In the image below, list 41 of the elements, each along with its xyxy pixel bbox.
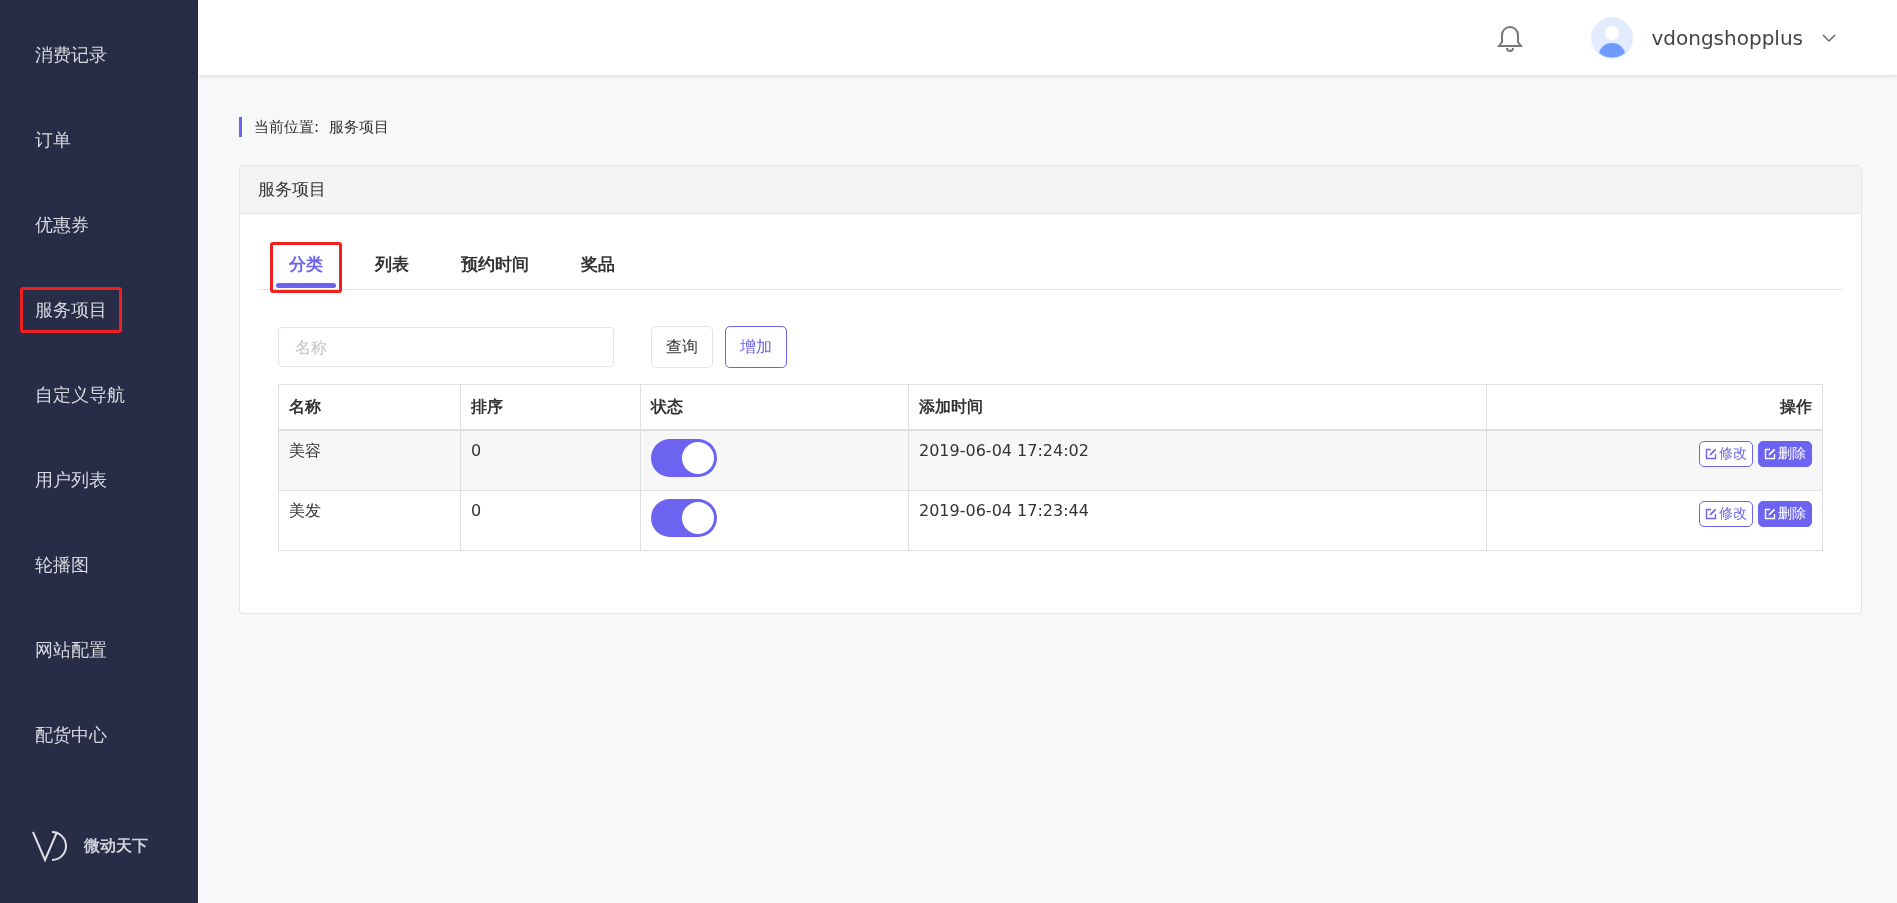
- sidebar-item[interactable]: 自定义导航: [20, 372, 140, 418]
- table-cell: 2019-06-04 17:24:02: [908, 430, 1487, 490]
- delete-button[interactable]: 删除: [1758, 500, 1812, 527]
- sidebar-item[interactable]: 轮播图: [20, 542, 104, 588]
- sidebar-item[interactable]: 优惠券: [20, 202, 104, 248]
- breadcrumb-label: 当前位置:: [254, 117, 320, 137]
- username[interactable]: vdongshopplus: [1651, 25, 1803, 50]
- edit-icon: [1705, 448, 1717, 460]
- add-button[interactable]: 增加: [725, 326, 787, 368]
- logo-icon: [32, 829, 68, 863]
- table-cell: 美发: [278, 490, 461, 550]
- chevron-down-icon[interactable]: [1821, 32, 1837, 43]
- sidebar-item[interactable]: 服务项目: [20, 287, 122, 333]
- tab[interactable]: 分类: [270, 242, 342, 293]
- table-cell: 0: [460, 490, 641, 550]
- edit-icon: [1764, 448, 1776, 460]
- avatar-icon[interactable]: [1591, 16, 1634, 59]
- table-cell: 0: [460, 430, 641, 490]
- sidebar-item[interactable]: 订单: [20, 117, 86, 163]
- sidebar-item[interactable]: 用户列表: [20, 457, 122, 503]
- tab[interactable]: 奖品: [562, 242, 634, 293]
- sidebar-item[interactable]: 消费记录: [20, 32, 122, 78]
- search-field[interactable]: 名称: [278, 327, 614, 367]
- toggle-switch[interactable]: [651, 439, 717, 477]
- delete-button[interactable]: 删除: [1758, 441, 1812, 467]
- breadcrumb-current: 服务项目: [329, 117, 390, 137]
- tab[interactable]: 列表: [356, 242, 428, 293]
- edit-button[interactable]: 修改: [1699, 441, 1753, 467]
- sidebar-item[interactable]: 配货中心: [20, 712, 122, 758]
- table-cell: 美容: [278, 430, 461, 490]
- table-cell: 2019-06-04 17:23:44: [908, 490, 1487, 550]
- edit-icon: [1705, 507, 1717, 520]
- edit-icon: [1764, 507, 1776, 520]
- bell-icon[interactable]: [1497, 23, 1524, 52]
- toggle-switch[interactable]: [651, 498, 717, 537]
- query-button[interactable]: 查询: [651, 326, 713, 368]
- panel-title: 服务项目: [240, 166, 1861, 214]
- sidebar-item[interactable]: 网站配置: [20, 627, 122, 673]
- edit-button[interactable]: 修改: [1699, 500, 1753, 527]
- tab[interactable]: 预约时间: [442, 242, 548, 293]
- brand-name: 微动天下: [84, 835, 148, 857]
